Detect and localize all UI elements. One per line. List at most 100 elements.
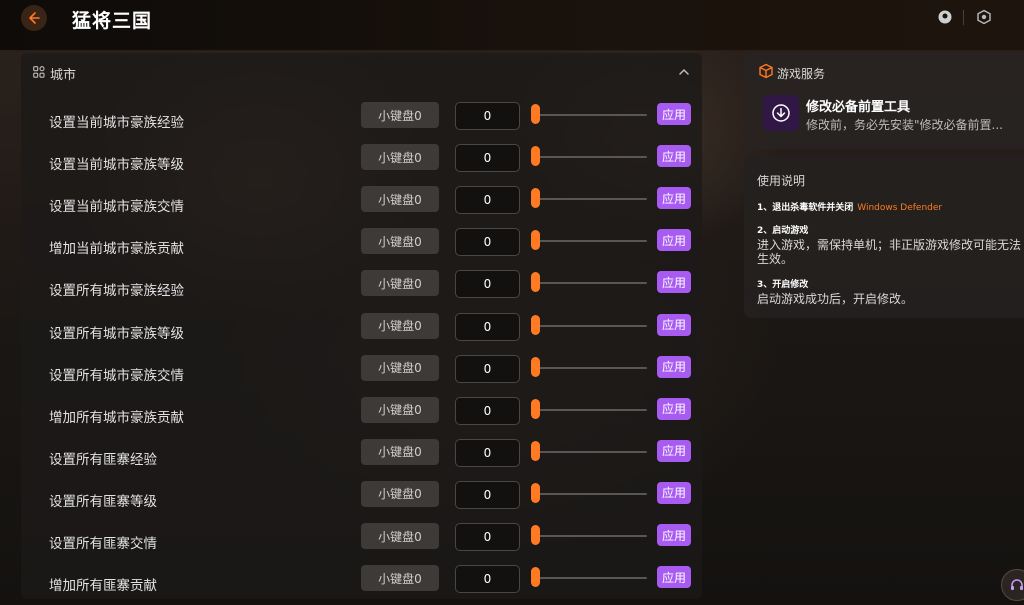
hotkey-button[interactable]: 小键盘0 bbox=[361, 565, 439, 592]
step-2-body: 进入游戏，需保持单机；非正版游戏修改可能无法生效。 bbox=[757, 238, 1022, 266]
apply-button[interactable]: 应用 bbox=[657, 145, 691, 168]
value-input[interactable] bbox=[455, 186, 520, 215]
slider-thumb[interactable] bbox=[531, 398, 540, 419]
apply-button[interactable]: 应用 bbox=[657, 439, 691, 462]
hotkey-button[interactable]: 小键盘0 bbox=[361, 186, 439, 213]
option-label: 设置所有城市豪族经验 bbox=[49, 283, 184, 300]
value-input[interactable] bbox=[455, 354, 520, 383]
help-title: 使用说明 bbox=[757, 174, 806, 188]
slider-thumb[interactable] bbox=[531, 482, 540, 503]
option-row: 设置所有匪寨经验 小键盘0 应用 bbox=[21, 437, 702, 479]
chevron-up-icon[interactable] bbox=[677, 65, 691, 79]
value-slider-track[interactable] bbox=[535, 198, 647, 201]
option-label: 增加所有匪寨贡献 bbox=[49, 578, 157, 595]
slider-thumb[interactable] bbox=[531, 440, 540, 461]
apply-button[interactable]: 应用 bbox=[657, 481, 691, 504]
value-slider-track[interactable] bbox=[535, 324, 647, 327]
hotkey-button[interactable]: 小键盘0 bbox=[361, 102, 439, 128]
slider-thumb[interactable] bbox=[531, 146, 540, 167]
app-title: 猛将三国 bbox=[72, 10, 153, 32]
slider-thumb[interactable] bbox=[531, 188, 540, 209]
hotkey-button[interactable]: 小键盘0 bbox=[361, 438, 439, 465]
value-slider-track[interactable] bbox=[535, 156, 647, 159]
value-slider-track[interactable] bbox=[535, 282, 647, 285]
apply-button[interactable]: 应用 bbox=[657, 313, 691, 336]
step-3-body: 启动游戏成功后，开启修改。 bbox=[757, 292, 914, 306]
value-input[interactable] bbox=[455, 228, 520, 257]
value-input[interactable] bbox=[455, 312, 520, 341]
option-label: 增加所有城市豪族贡献 bbox=[49, 409, 184, 426]
value-slider-track[interactable] bbox=[535, 366, 647, 369]
step-3-heading: 3、开启修改 bbox=[757, 280, 809, 290]
option-label: 设置当前城市豪族经验 bbox=[49, 115, 184, 131]
step-2-heading: 2、启动游戏 bbox=[757, 226, 809, 236]
value-slider-track[interactable] bbox=[535, 114, 647, 116]
user-icon[interactable] bbox=[937, 9, 953, 25]
value-input[interactable] bbox=[455, 270, 520, 299]
hotkey-button[interactable]: 小键盘0 bbox=[361, 523, 439, 549]
option-label: 设置当前城市豪族交情 bbox=[49, 199, 184, 216]
hotkey-button[interactable]: 小键盘0 bbox=[361, 480, 439, 507]
hotkey-button[interactable]: 小键盘0 bbox=[361, 396, 439, 423]
value-input[interactable] bbox=[455, 102, 520, 130]
help-step-3: 3、开启修改 启动游戏成功后，开启修改。 bbox=[757, 278, 1022, 306]
value-input[interactable] bbox=[455, 438, 520, 467]
tool-name[interactable]: 修改必备前置工具 bbox=[806, 96, 910, 115]
option-row: 设置所有城市豪族交情 小键盘0 应用 bbox=[21, 353, 702, 395]
value-slider-track[interactable] bbox=[535, 240, 647, 243]
apply-button[interactable]: 应用 bbox=[657, 397, 691, 420]
option-label: 设置所有匪寨交情 bbox=[49, 536, 157, 552]
game-service-card: 游戏服务 修改必备前置工具 修改前，务必先安装"修改必备前置... bbox=[744, 53, 1024, 149]
hotkey-button[interactable]: 小键盘0 bbox=[361, 228, 439, 255]
option-row: 增加所有城市豪族贡献 小键盘0 应用 bbox=[21, 395, 702, 437]
option-row: 设置所有城市豪族等级 小键盘0 应用 bbox=[21, 311, 702, 353]
value-input[interactable] bbox=[455, 523, 520, 551]
option-label: 设置所有匪寨经验 bbox=[49, 451, 157, 468]
hotkey-button[interactable]: 小键盘0 bbox=[361, 354, 439, 381]
value-input[interactable] bbox=[455, 396, 520, 425]
help-step-1: 1、退出杀毒软件并关闭 Windows Defender bbox=[757, 199, 1022, 215]
slider-thumb[interactable] bbox=[531, 230, 540, 251]
option-row: 设置所有匪寨等级 小键盘0 应用 bbox=[21, 479, 702, 521]
slider-thumb[interactable] bbox=[531, 314, 540, 335]
option-row: 设置所有城市豪族经验 小键盘0 应用 bbox=[21, 268, 702, 310]
help-step-2: 2、启动游戏 进入游戏，需保持单机；非正版游戏修改可能无法生效。 bbox=[757, 224, 1022, 266]
hotkey-button[interactable]: 小键盘0 bbox=[361, 270, 439, 297]
hexagon-settings-icon[interactable] bbox=[976, 9, 992, 25]
option-row: 设置当前城市豪族交情 小键盘0 应用 bbox=[21, 184, 702, 226]
toolbar-divider bbox=[963, 10, 964, 25]
value-slider-track[interactable] bbox=[535, 577, 647, 580]
tool-icon-tile[interactable] bbox=[763, 95, 799, 131]
apply-button[interactable]: 应用 bbox=[657, 566, 691, 589]
value-input[interactable] bbox=[455, 144, 520, 173]
value-input[interactable] bbox=[455, 565, 520, 594]
hotkey-button[interactable]: 小键盘0 bbox=[361, 144, 439, 171]
apply-button[interactable]: 应用 bbox=[657, 271, 691, 294]
apply-button[interactable]: 应用 bbox=[657, 355, 691, 378]
slider-thumb[interactable] bbox=[531, 272, 540, 293]
section-label: 城市 bbox=[50, 68, 77, 83]
section-header[interactable]: 城市 bbox=[21, 53, 702, 93]
apply-button[interactable]: 应用 bbox=[657, 187, 691, 210]
category-grid-icon bbox=[33, 66, 45, 78]
value-slider-track[interactable] bbox=[535, 408, 647, 411]
slider-thumb[interactable] bbox=[531, 356, 540, 377]
headset-icon bbox=[1011, 579, 1023, 590]
value-input[interactable] bbox=[455, 480, 520, 509]
slider-thumb[interactable] bbox=[531, 525, 540, 545]
hotkey-button[interactable]: 小键盘0 bbox=[361, 312, 439, 339]
apply-button[interactable]: 应用 bbox=[657, 103, 691, 125]
option-row: 增加当前城市豪族贡献 小键盘0 应用 bbox=[21, 226, 702, 268]
option-label: 设置所有城市豪族交情 bbox=[49, 367, 184, 384]
value-slider-track[interactable] bbox=[535, 450, 647, 453]
option-row: 设置当前城市豪族经验 小键盘0 应用 bbox=[21, 100, 702, 142]
slider-thumb[interactable] bbox=[531, 567, 540, 588]
value-slider-track[interactable] bbox=[535, 535, 647, 537]
slider-thumb[interactable] bbox=[531, 104, 540, 124]
back-button[interactable] bbox=[21, 5, 47, 31]
cube-icon bbox=[759, 63, 773, 79]
option-row: 设置所有匪寨交情 小键盘0 应用 bbox=[21, 521, 702, 563]
apply-button[interactable]: 应用 bbox=[657, 229, 691, 252]
apply-button[interactable]: 应用 bbox=[657, 524, 691, 546]
value-slider-track[interactable] bbox=[535, 492, 647, 495]
